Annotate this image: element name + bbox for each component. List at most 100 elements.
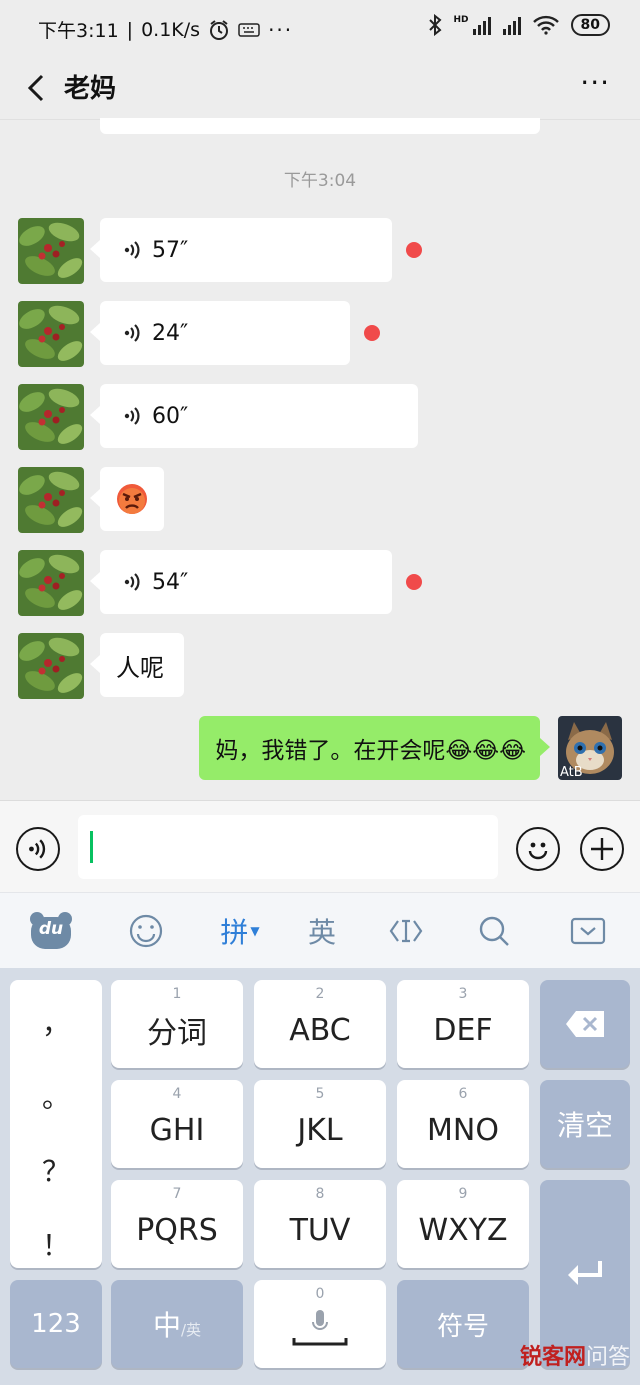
pinyin-label: 拼 bbox=[220, 916, 249, 949]
voice-message-bubble[interactable]: 24″ bbox=[90, 301, 350, 365]
punct-comma[interactable]: ， bbox=[10, 1002, 102, 1042]
previous-message-bubble[interactable] bbox=[100, 118, 540, 134]
voice-input-button[interactable] bbox=[16, 827, 60, 871]
voice-message-bubble[interactable]: 57″ bbox=[90, 218, 392, 282]
unread-dot bbox=[364, 325, 380, 341]
message-row: 54″ bbox=[18, 550, 438, 616]
contact-avatar[interactable] bbox=[18, 301, 84, 367]
angry-face-icon bbox=[117, 484, 147, 514]
smiley-icon bbox=[129, 914, 163, 948]
punct-question[interactable]: ？ bbox=[10, 1150, 102, 1190]
key-9[interactable]: 9 WXYZ bbox=[397, 1180, 529, 1268]
alarm-icon bbox=[210, 19, 229, 40]
key-number: 8 bbox=[315, 1186, 325, 1202]
symbols-key[interactable]: 符号 bbox=[397, 1280, 529, 1368]
key-7[interactable]: 7 PQRS bbox=[111, 1180, 243, 1268]
key-number: 3 bbox=[458, 986, 468, 1002]
dropdown-triangle-icon: ▼ bbox=[250, 924, 260, 938]
key-label: ABC bbox=[289, 1012, 351, 1048]
status-bar: 下午3:11 | 0.1K/s ··· HD 80 bbox=[0, 0, 640, 56]
punctuation-column[interactable]: ， 。 ？ ！ bbox=[10, 980, 102, 1268]
key-label: WXYZ bbox=[418, 1212, 508, 1248]
more-options-button[interactable]: ··· bbox=[580, 66, 610, 99]
collapse-keyboard-icon bbox=[570, 917, 606, 945]
hide-keyboard-button[interactable] bbox=[568, 909, 608, 953]
unread-dot bbox=[406, 574, 422, 590]
pinyin-mode-button[interactable]: 拼 ▼ bbox=[214, 909, 266, 953]
watermark-brand: 锐客网问答 bbox=[519, 1345, 630, 1370]
key-number: 1 bbox=[172, 986, 182, 1002]
voice-duration: 60″ bbox=[152, 403, 189, 429]
key-label: 分词 bbox=[147, 1016, 207, 1051]
key-label: TUV bbox=[289, 1212, 351, 1248]
voice-duration: 57″ bbox=[152, 237, 189, 263]
key-3[interactable]: 3 DEF bbox=[397, 980, 529, 1068]
backspace-key[interactable] bbox=[540, 980, 630, 1068]
contact-avatar[interactable] bbox=[18, 467, 84, 533]
key-1[interactable]: 1 分词 bbox=[111, 980, 243, 1068]
my-message-text: 妈，我错了。在开会呢😂😂😂 bbox=[215, 738, 526, 764]
space-bar-icon bbox=[292, 1338, 348, 1346]
message-text-input[interactable] bbox=[78, 815, 498, 879]
enter-arrow-icon bbox=[568, 1261, 602, 1285]
text-message-bubble[interactable]: 人呢 bbox=[90, 633, 184, 697]
voice-icon bbox=[124, 407, 140, 425]
logo-text: du bbox=[38, 919, 64, 939]
more-status-icon: ··· bbox=[268, 17, 294, 42]
key-8[interactable]: 8 TUV bbox=[254, 1180, 386, 1268]
search-icon bbox=[479, 916, 509, 946]
unread-dot bbox=[406, 242, 422, 258]
my-text-message-bubble[interactable]: 妈，我错了。在开会呢😂😂😂 bbox=[199, 716, 550, 780]
smiley-icon bbox=[528, 842, 548, 860]
keyboard: ， 。 ？ ！ 1 分词 2 ABC 3 DEF 4 GHI 5 JKL 6 M… bbox=[0, 968, 640, 1385]
language-switch-key[interactable]: 中 /英 bbox=[111, 1280, 243, 1368]
emoji-button[interactable] bbox=[516, 827, 560, 871]
plus-more-button[interactable] bbox=[580, 827, 624, 871]
contact-avatar[interactable] bbox=[18, 384, 84, 450]
number-switch-label: 123 bbox=[31, 1309, 81, 1339]
clear-key[interactable]: 清空 bbox=[540, 1080, 630, 1168]
contact-avatar[interactable] bbox=[18, 218, 84, 284]
battery-icon: 80 bbox=[570, 14, 610, 36]
back-arrow-icon[interactable] bbox=[22, 70, 52, 106]
clear-label: 清空 bbox=[556, 1109, 613, 1142]
search-button[interactable] bbox=[474, 909, 514, 953]
key-6[interactable]: 6 MNO bbox=[397, 1080, 529, 1168]
english-mode-button[interactable]: 英 bbox=[302, 909, 342, 953]
message-input-bar bbox=[0, 800, 640, 892]
chat-header: 老妈 ··· bbox=[0, 56, 640, 120]
message-text: 人呢 bbox=[116, 653, 164, 682]
my-avatar[interactable]: AtB bbox=[558, 716, 622, 780]
text-caret bbox=[90, 831, 93, 863]
cursor-mode-button[interactable] bbox=[386, 909, 426, 953]
voice-message-bubble[interactable]: 54″ bbox=[90, 550, 392, 614]
punct-exclaim[interactable]: ！ bbox=[10, 1224, 102, 1264]
key-number: 0 bbox=[315, 1286, 325, 1302]
message-row: 24″ bbox=[18, 301, 398, 367]
contact-avatar[interactable] bbox=[18, 550, 84, 616]
key-4[interactable]: 4 GHI bbox=[111, 1080, 243, 1168]
voice-message-bubble[interactable]: 60″ bbox=[90, 384, 418, 448]
cursor-icon bbox=[389, 919, 423, 943]
key-5[interactable]: 5 JKL bbox=[254, 1080, 386, 1168]
lang-main-label: 中 bbox=[152, 1309, 181, 1342]
key-label: MNO bbox=[427, 1112, 499, 1148]
plus-icon bbox=[591, 838, 613, 860]
voice-icon bbox=[124, 324, 140, 342]
contact-avatar[interactable] bbox=[18, 633, 84, 699]
my-message-row: 妈，我错了。在开会呢😂😂😂 AtB bbox=[142, 716, 622, 782]
key-label: GHI bbox=[149, 1112, 205, 1148]
key-2[interactable]: 2 ABC bbox=[254, 980, 386, 1068]
emoji-message-bubble[interactable]: 😡 bbox=[90, 467, 164, 531]
space-key[interactable]: 0 bbox=[254, 1280, 386, 1368]
key-label: DEF bbox=[433, 1012, 493, 1048]
punct-period[interactable]: 。 bbox=[10, 1076, 102, 1116]
microphone-icon bbox=[312, 1310, 328, 1330]
key-number: 5 bbox=[315, 1086, 325, 1102]
english-label: 英 bbox=[307, 916, 336, 949]
number-switch-key[interactable]: 123 bbox=[10, 1280, 102, 1368]
key-label: JKL bbox=[297, 1112, 343, 1148]
emoji-panel-button[interactable] bbox=[126, 909, 166, 953]
baidu-ime-logo[interactable]: du bbox=[28, 909, 74, 953]
message-row: 57″ bbox=[18, 218, 438, 284]
